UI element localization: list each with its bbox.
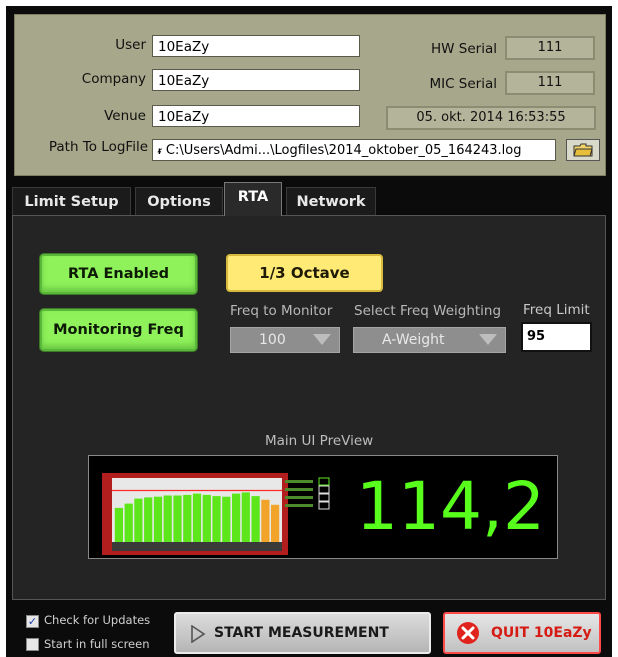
octave-button[interactable]: 1/3 Octave	[226, 254, 383, 292]
dropdown-arrow-icon	[313, 334, 331, 345]
path-field[interactable]: ᵲ C:\Users\Admi...\Logfiles\2014_oktober_…	[152, 139, 556, 161]
datetime-display: 05. okt. 2014 16:53:55	[386, 106, 596, 130]
weighting-select[interactable]: A-Weight	[353, 327, 506, 353]
preview-bar	[114, 507, 123, 542]
tab-options[interactable]: Options	[135, 187, 223, 215]
preview-bar	[241, 492, 250, 542]
preview-legend-label	[285, 480, 313, 483]
preview-bar	[183, 494, 192, 542]
chart-axis-strip	[112, 542, 282, 551]
preview-bar	[212, 496, 221, 542]
close-icon	[457, 622, 479, 644]
venue-label: Venue	[104, 108, 146, 124]
tab-rta[interactable]: RTA	[224, 182, 282, 216]
freq-monitor-value: 100	[259, 332, 286, 348]
preview-legend-swatch	[318, 493, 330, 502]
user-label: User	[115, 37, 146, 53]
path-value: C:\Users\Admi...\Logfiles\2014_oktober_0…	[165, 143, 522, 158]
quit-button[interactable]: QUIT 10EaZy	[443, 612, 601, 654]
hw-serial-value: 111	[505, 36, 595, 60]
preview-bar	[232, 493, 241, 542]
folder-icon	[573, 143, 593, 157]
preview-legend-swatch	[318, 501, 330, 510]
play-icon	[191, 625, 206, 643]
freq-limit-caption: Freq Limit	[523, 302, 590, 318]
company-label: Company	[81, 71, 146, 87]
check-updates-label: Check for Updates	[44, 613, 151, 627]
preview-bar	[192, 493, 202, 542]
dropdown-arrow-icon	[479, 334, 497, 345]
monitoring-freq-button[interactable]: Monitoring Freq	[40, 309, 197, 351]
tab-limit-setup[interactable]: Limit Setup	[12, 187, 131, 215]
preview-bar	[144, 497, 153, 542]
full-screen-label: Start in full screen	[44, 637, 150, 651]
preview-bar	[124, 503, 133, 542]
hw-serial-label: HW Serial	[431, 41, 497, 57]
browse-folder-button[interactable]	[566, 139, 600, 161]
preview-legend-swatch	[318, 477, 330, 486]
start-measurement-label: START MEASUREMENT	[214, 625, 389, 641]
preview-bar	[202, 494, 211, 542]
path-label: Path To LogFile	[48, 139, 148, 155]
weighting-caption: Select Freq Weighting	[354, 303, 502, 319]
sound-level-reading: 114,2	[356, 468, 545, 545]
mic-serial-label: MIC Serial	[429, 76, 497, 92]
full-screen-checkbox[interactable]	[26, 638, 39, 651]
check-updates-checkbox[interactable]: ✓	[26, 615, 39, 628]
preview-legend-label	[285, 496, 313, 499]
venue-field[interactable]: 10EaZy	[152, 105, 360, 127]
preview-bar	[222, 496, 231, 542]
preview-caption: Main UI PreView	[265, 433, 374, 449]
freq-monitor-caption: Freq to Monitor	[230, 303, 333, 319]
path-icon: ᵲ	[158, 146, 162, 157]
weighting-value: A-Weight	[382, 332, 445, 348]
preview-legend-label	[285, 488, 313, 491]
preview-legend-label	[285, 504, 313, 507]
freq-limit-input[interactable]: 95	[521, 322, 592, 352]
main-ui-preview: 114,2	[88, 455, 558, 559]
preview-legend-swatch	[318, 485, 330, 494]
preview-bar	[153, 496, 163, 542]
start-measurement-button[interactable]: START MEASUREMENT	[174, 612, 431, 654]
preview-bar	[173, 495, 182, 542]
company-field[interactable]: 10EaZy	[152, 69, 360, 91]
preview-bar	[134, 498, 143, 542]
freq-monitor-select[interactable]: 100	[230, 327, 340, 353]
preview-bar	[163, 495, 172, 542]
rta-enabled-button[interactable]: RTA Enabled	[40, 254, 197, 294]
mic-serial-value: 111	[505, 71, 595, 95]
quit-label: QUIT 10EaZy	[491, 625, 592, 641]
preview-bar	[261, 499, 270, 542]
user-field[interactable]: 10EaZy	[152, 35, 360, 57]
preview-bar	[271, 504, 280, 542]
preview-bar	[251, 496, 260, 542]
tab-network[interactable]: Network	[286, 187, 376, 215]
